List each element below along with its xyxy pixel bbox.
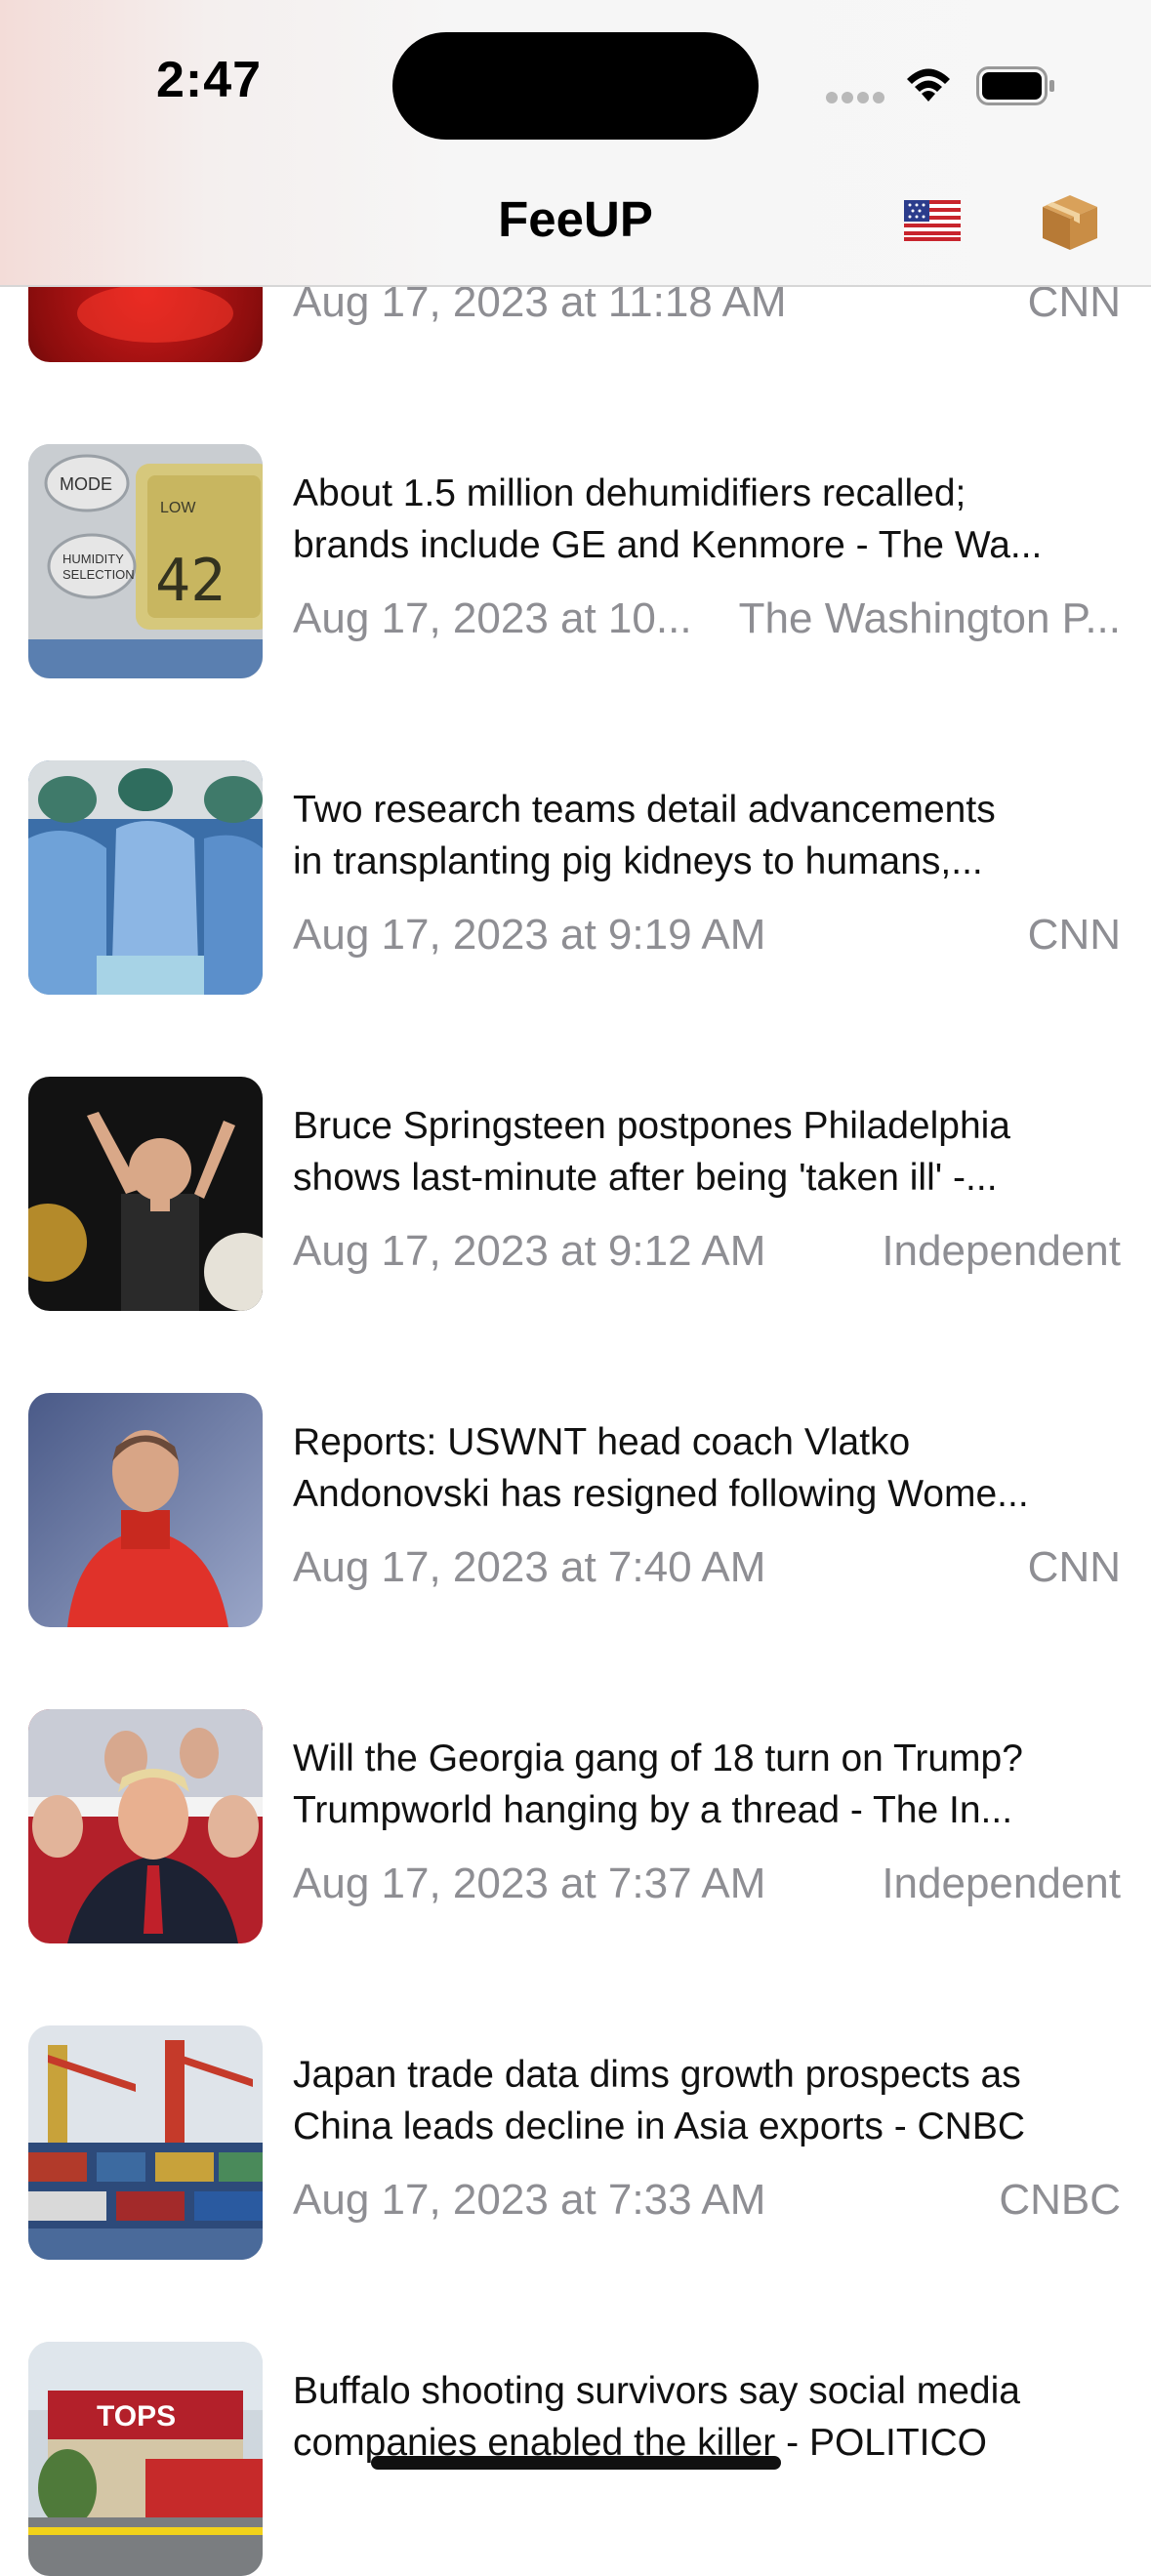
cellular-signal-icon [826,92,884,103]
article-image: TOPS [28,2342,263,2576]
article-image [28,1709,263,1943]
article-date: Aug 17, 2023 at 7:37 AM [293,1860,766,1907]
news-feed[interactable]: Aug 17, 2023 at 11:18 AM CNN LOW 42 MODE… [0,0,1151,2576]
article-meta: Aug 17, 2023 at 11:18 AM CNN [293,278,1121,337]
news-item[interactable]: Two research teams detail advancements i… [0,760,1151,995]
article-meta: Aug 17, 2023 at 9:12 AM Independent [293,1227,1121,1286]
article-thumbnail: TOPS [28,2342,263,2576]
svg-text:SELECTION: SELECTION [62,567,135,582]
battery-icon [976,66,1054,105]
svg-text:MODE: MODE [60,474,112,494]
us-flag-icon[interactable] [904,200,961,241]
article-thumbnail [28,1393,263,1627]
article-date: Aug 17, 2023 at 7:33 AM [293,2176,766,2224]
article-image [28,1077,263,1311]
article-date: Aug 17, 2023 at 9:12 AM [293,1227,766,1275]
news-item[interactable]: Bruce Springsteen postpones Philadelphia… [0,1077,1151,1311]
article-source: CNBC [999,2176,1121,2224]
article-source: Independent [882,1227,1121,1275]
article-date: Aug 17, 2023 at 10... [293,594,692,642]
article-headline: Two research teams detail advancements i… [293,789,996,882]
news-item[interactable]: Will the Georgia gang of 18 turn on Trum… [0,1709,1151,1943]
article-meta: Aug 17, 2023 at 7:37 AM Independent [293,1860,1121,1918]
article-meta: Aug 17, 2023 at 7:40 AM CNN [293,1543,1121,1602]
svg-text:42: 42 [155,547,226,615]
navigation-header: 2:47 FeeUP [0,0,1151,287]
article-image: LOW 42 MODE HUMIDITY SELECTION [28,444,263,678]
article-headline: Will the Georgia gang of 18 turn on Trum… [293,1738,1023,1831]
news-item[interactable]: LOW 42 MODE HUMIDITY SELECTION About 1.5… [0,444,1151,678]
article-meta: Aug 17, 2023 at 7:33 AM CNBC [293,2176,1121,2234]
package-icon[interactable] [1039,191,1101,254]
svg-text:LOW: LOW [160,500,196,516]
page-title: FeeUP [498,191,653,247]
news-item[interactable]: Reports: USWNT head coach Vlatko Andonov… [0,1393,1151,1627]
article-headline: Japan trade data dims growth prospects a… [293,2054,1026,2147]
article-source: CNN [1027,911,1121,959]
article-image [28,2025,263,2260]
article-headline: About 1.5 million dehumidifiers recalled… [293,472,1043,566]
article-image [28,1393,263,1627]
article-thumbnail [28,1709,263,1943]
article-headline: Bruce Springsteen postpones Philadelphia… [293,1105,1011,1199]
article-thumbnail: LOW 42 MODE HUMIDITY SELECTION [28,444,263,678]
article-thumbnail [28,1077,263,1311]
article-date: Aug 17, 2023 at 7:40 AM [293,1543,766,1591]
news-item[interactable]: Japan trade data dims growth prospects a… [0,2025,1151,2260]
article-source: CNN [1027,1543,1121,1591]
article-headline: Reports: USWNT head coach Vlatko Andonov… [293,1421,1029,1515]
article-meta: Aug 17, 2023 at 10... The Washington P..… [293,594,1121,653]
svg-text:HUMIDITY: HUMIDITY [62,552,124,566]
article-source: Independent [882,1860,1121,1907]
article-thumbnail [28,2025,263,2260]
article-thumbnail [28,760,263,995]
status-time: 2:47 [156,52,263,108]
article-source: The Washington P... [738,594,1121,642]
article-image [28,760,263,995]
article-date: Aug 17, 2023 at 9:19 AM [293,911,766,959]
article-headline: Buffalo shooting survivors say social me… [293,2370,1020,2464]
home-indicator[interactable] [371,2456,781,2470]
article-meta: Aug 17, 2023 at 9:19 AM CNN [293,911,1121,969]
svg-text:TOPS: TOPS [97,2400,176,2433]
wifi-icon [907,68,950,102]
dynamic-island [392,32,759,140]
